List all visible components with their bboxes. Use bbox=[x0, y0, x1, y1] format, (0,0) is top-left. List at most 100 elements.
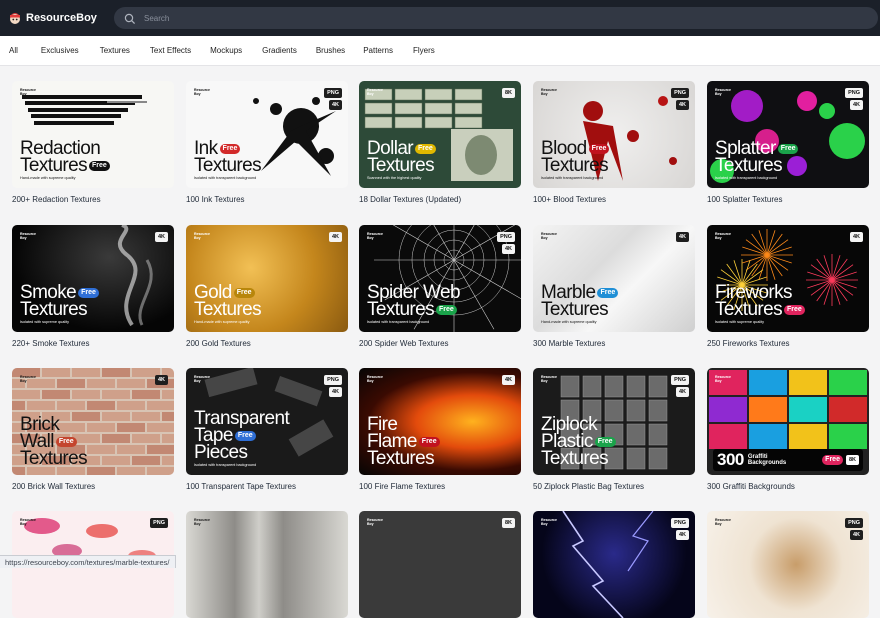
card-caption[interactable]: 100 Fire Flame Textures bbox=[359, 482, 445, 491]
card-title-line: Textures bbox=[194, 157, 261, 174]
format-badges: PNG4K bbox=[671, 375, 689, 397]
texture-card[interactable]: Resource Boy4KFireFlameFreeTextures100 F… bbox=[359, 368, 521, 475]
search-input[interactable] bbox=[144, 14, 844, 23]
format-badge: 4K bbox=[329, 232, 342, 242]
texture-card[interactable]: Resource BoyPNG4KSpider WebTexturesFreeI… bbox=[359, 225, 521, 332]
card-thumbnail[interactable]: Resource BoyPNG4KSplatterFreeTexturesIso… bbox=[707, 81, 869, 188]
resourceboy-tag: Resource Boy bbox=[194, 232, 210, 240]
texture-card[interactable]: Resource Boy4KBrickWallFreeTextures200 B… bbox=[12, 368, 174, 475]
texture-card[interactable]: Resource Boy8KDollarFreeTexturesScanned … bbox=[359, 81, 521, 188]
card-thumbnail[interactable]: Resource BoyRedactionTexturesFreeHand-ma… bbox=[12, 81, 174, 188]
card-thumbnail[interactable]: Resource BoyPNG4KTransparentTapeFreePiec… bbox=[186, 368, 348, 475]
nav-item-all[interactable]: All bbox=[9, 46, 18, 55]
resourceboy-tag: Resource Boy bbox=[20, 518, 36, 526]
card-caption[interactable]: 50 Ziplock Plastic Bag Textures bbox=[533, 482, 644, 491]
texture-card[interactable]: Resource BoyPNG4KTransparentTapeFreePiec… bbox=[186, 368, 348, 475]
texture-card[interactable]: Resource BoyPNG4KSplatterFreeTexturesIso… bbox=[707, 81, 869, 188]
card-caption[interactable]: 200+ Redaction Textures bbox=[12, 195, 101, 204]
card-title-line: 300 bbox=[717, 450, 744, 470]
format-badges: 8K bbox=[502, 518, 515, 528]
card-thumbnail[interactable]: Resource Boy4KBrickWallFreeTextures bbox=[12, 368, 174, 475]
card-caption[interactable]: 220+ Smoke Textures bbox=[12, 339, 89, 348]
texture-card[interactable]: Resource Boy 8K bbox=[359, 511, 521, 618]
format-badges: 4K bbox=[329, 232, 342, 242]
card-caption[interactable]: 100+ Blood Textures bbox=[533, 195, 606, 204]
card-subtitle: Hand-made with supreme quality bbox=[541, 320, 618, 324]
nav-item-text-effects[interactable]: Text Effects bbox=[150, 46, 191, 55]
card-caption[interactable]: 200 Spider Web Textures bbox=[359, 339, 449, 348]
card-title: BloodFreeTexturesIsolated with transpare… bbox=[541, 140, 609, 180]
card-title: MarbleFreeTexturesHand-made with supreme… bbox=[541, 284, 618, 324]
card-thumbnail[interactable]: Resource Boy4KGoldFreeTexturesHand-made … bbox=[186, 225, 348, 332]
card-caption[interactable]: 100 Transparent Tape Textures bbox=[186, 482, 296, 491]
card-caption[interactable]: 18 Dollar Textures (Updated) bbox=[359, 195, 461, 204]
texture-card[interactable]: Resource Boy4KSmokeFreeTexturesIsolated … bbox=[12, 225, 174, 332]
card-thumbnail[interactable]: Resource Boy4KMarbleFreeTexturesHand-mad… bbox=[533, 225, 695, 332]
texture-card[interactable]: Resource BoyRedactionTexturesFreeHand-ma… bbox=[12, 81, 174, 188]
card-title-line: Textures bbox=[541, 301, 608, 318]
card-thumbnail[interactable]: Resource BoyPNG4KZiplockPlasticFreeTextu… bbox=[533, 368, 695, 475]
card-subtitle: Isolated with transparent background bbox=[541, 176, 609, 180]
nav-item-flyers[interactable]: Flyers bbox=[413, 46, 435, 55]
card-title-line: Textures bbox=[20, 450, 87, 467]
card-thumbnail[interactable]: Resource Boy bbox=[186, 511, 348, 618]
resourceboy-tag: Resource Boy bbox=[194, 88, 210, 96]
card-title: SplatterFreeTexturesIsolated with transp… bbox=[715, 140, 798, 180]
texture-card[interactable]: Resource BoyPNG4K bbox=[707, 511, 869, 618]
format-badge: 4K bbox=[676, 100, 689, 110]
card-caption[interactable]: 100 Ink Textures bbox=[186, 195, 245, 204]
card-thumbnail[interactable]: Resource BoyPNG4KInkFreeTexturesIsolated… bbox=[186, 81, 348, 188]
card-subtitle: Hand-made with supreme quality bbox=[20, 176, 110, 180]
card-thumbnail[interactable]: Resource Boy 8K bbox=[359, 511, 521, 618]
card-caption[interactable]: 100 Splatter Textures bbox=[707, 195, 782, 204]
texture-card[interactable]: Resource BoyPNG4KZiplockPlasticFreeTextu… bbox=[533, 368, 695, 475]
texture-card[interactable]: Resource BoyPNG4KInkFreeTexturesIsolated… bbox=[186, 81, 348, 188]
format-badge: 8K bbox=[846, 455, 859, 465]
texture-card[interactable]: Resource Boy4KMarbleFreeTexturesHand-mad… bbox=[533, 225, 695, 332]
texture-card[interactable]: Resource Boy4KGoldFreeTexturesHand-made … bbox=[186, 225, 348, 332]
nav-item-patterns[interactable]: Patterns bbox=[363, 46, 393, 55]
card-caption[interactable]: 300 Graffiti Backgrounds bbox=[707, 482, 795, 491]
card-caption[interactable]: 300 Marble Textures bbox=[533, 339, 605, 348]
search-bar[interactable] bbox=[114, 7, 878, 29]
texture-card[interactable]: Resource Boy bbox=[186, 511, 348, 618]
card-caption[interactable]: 250 Fireworks Textures bbox=[707, 339, 790, 348]
card-title-line: Textures bbox=[715, 301, 782, 318]
texture-card[interactable]: Resource Boy4KFireworksTexturesFreeIsola… bbox=[707, 225, 869, 332]
card-thumbnail[interactable]: Resource BoyPNG4KSpider WebTexturesFreeI… bbox=[359, 225, 521, 332]
resourceboy-tag: Resource Boy bbox=[715, 232, 731, 240]
format-badges: PNG4K bbox=[324, 375, 342, 397]
nav-item-gradients[interactable]: Gradients bbox=[262, 46, 297, 55]
card-thumbnail[interactable]: Resource Boy4KFireworksTexturesFreeIsola… bbox=[707, 225, 869, 332]
card-caption[interactable]: 200 Gold Textures bbox=[186, 339, 251, 348]
format-badges: 4K bbox=[676, 232, 689, 242]
nav-item-exclusives[interactable]: Exclusives bbox=[41, 46, 79, 55]
card-thumbnail[interactable]: Resource BoyPNG4K bbox=[707, 511, 869, 618]
format-badge: 4K bbox=[155, 232, 168, 242]
card-caption[interactable]: 200 Brick Wall Textures bbox=[12, 482, 95, 491]
texture-card[interactable]: Resource BoyPNG4K bbox=[533, 511, 695, 618]
resourceboy-tag: Resource Boy bbox=[367, 518, 383, 526]
card-thumbnail[interactable]: Resource Boy8KDollarFreeTexturesScanned … bbox=[359, 81, 521, 188]
nav-item-textures[interactable]: Textures bbox=[100, 46, 130, 55]
site-logo[interactable]: ResourceBoy bbox=[8, 11, 98, 25]
nav-item-mockups[interactable]: Mockups bbox=[210, 46, 242, 55]
format-badges: 8K bbox=[502, 88, 515, 98]
card-thumbnail[interactable]: Resource Boy300Graffiti BackgroundsFree8… bbox=[707, 368, 869, 475]
format-badges: PNG4K bbox=[671, 88, 689, 110]
card-title-line: Textures bbox=[194, 301, 261, 318]
nav-item-brushes[interactable]: Brushes bbox=[316, 46, 345, 55]
free-badge: Free bbox=[778, 144, 799, 154]
format-badge: 4K bbox=[155, 375, 168, 385]
format-badges: 4K bbox=[155, 232, 168, 242]
status-url: https://resourceboy.com/textures/marble-… bbox=[0, 555, 176, 568]
card-thumbnail[interactable]: Resource Boy4KFireFlameFreeTextures bbox=[359, 368, 521, 475]
card-thumbnail[interactable]: Resource Boy4KSmokeFreeTexturesIsolated … bbox=[12, 225, 174, 332]
card-thumbnail[interactable]: Resource BoyPNG4KBloodFreeTexturesIsolat… bbox=[533, 81, 695, 188]
texture-card[interactable]: Resource Boy300Graffiti BackgroundsFree8… bbox=[707, 368, 869, 475]
texture-card[interactable]: Resource BoyPNG4KBloodFreeTexturesIsolat… bbox=[533, 81, 695, 188]
resourceboy-tag: Resource Boy bbox=[715, 375, 731, 383]
card-title-line: Textures bbox=[541, 450, 608, 467]
format-badge: 4K bbox=[850, 232, 863, 242]
card-thumbnail[interactable]: Resource BoyPNG4K bbox=[533, 511, 695, 618]
